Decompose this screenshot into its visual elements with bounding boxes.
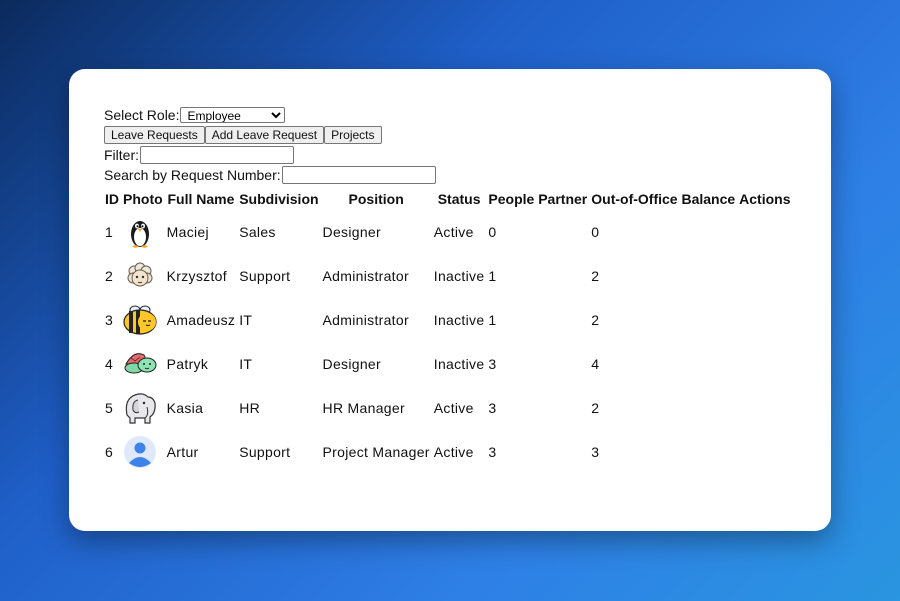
cell-balance: 2 <box>591 400 600 416</box>
cell-status: Active <box>433 444 474 460</box>
cell-status: Inactive <box>433 268 485 284</box>
sheep-icon <box>127 262 153 287</box>
cell-people-partner: 3 <box>488 444 497 460</box>
table-header-row: ID Photo Full Name Subdivision Position … <box>104 189 792 209</box>
cell-id: 4 <box>105 356 114 372</box>
filter-input[interactable] <box>140 146 294 164</box>
table-row: 2 Krzysztof Support Administrator Inacti… <box>104 255 792 297</box>
role-select[interactable]: Employee <box>180 107 286 123</box>
filter-label: Filter: <box>104 147 139 163</box>
cell-subdivision: Support <box>239 444 291 460</box>
cell-full-name: Krzysztof <box>166 268 227 284</box>
table-row: 6 Artur Support Project Manager Active 3… <box>104 431 792 473</box>
cell-status: Inactive <box>433 312 485 328</box>
cell-subdivision: IT <box>239 312 253 328</box>
table-row: 3 Amadeusz IT Administrator Inactive 1 2 <box>104 299 792 341</box>
cell-position: Designer <box>322 356 381 372</box>
user-icon <box>124 436 156 468</box>
search-row: Search by Request Number: <box>104 165 794 185</box>
cell-status: Active <box>433 400 474 416</box>
nav-buttons: Leave Requests Add Leave Request Project… <box>104 125 794 145</box>
cell-people-partner: 1 <box>488 312 497 328</box>
cell-actions <box>738 211 791 253</box>
role-row: Select Role: Employee <box>104 105 794 125</box>
content: Select Role: Employee Leave Requests Add… <box>104 105 794 475</box>
cell-subdivision: Sales <box>239 224 276 240</box>
header-people-partner: People Partner <box>488 191 588 207</box>
cell-id: 5 <box>105 400 114 416</box>
cell-balance: 3 <box>591 444 600 460</box>
cell-position: Project Manager <box>322 444 430 460</box>
cell-actions <box>738 343 791 385</box>
header-id: ID <box>105 191 119 207</box>
cell-id: 3 <box>105 312 114 328</box>
header-full-name: Full Name <box>167 191 235 207</box>
cell-actions <box>738 431 791 473</box>
cell-subdivision: HR <box>239 400 261 416</box>
cell-full-name: Kasia <box>166 400 204 416</box>
turtle-icon <box>124 353 157 374</box>
cell-position: Administrator <box>322 312 409 328</box>
employees-table: ID Photo Full Name Subdivision Position … <box>102 187 794 475</box>
cell-actions <box>738 299 791 341</box>
header-actions: Actions <box>739 191 791 207</box>
cell-people-partner: 3 <box>488 400 497 416</box>
header-photo: Photo <box>123 191 163 207</box>
cell-photo <box>122 343 164 385</box>
cell-full-name: Patryk <box>166 356 209 372</box>
cell-position: Designer <box>322 224 381 240</box>
main-card: Select Role: Employee Leave Requests Add… <box>69 69 831 531</box>
bee-icon <box>123 305 157 335</box>
cell-actions <box>738 255 791 297</box>
cell-photo <box>122 255 164 297</box>
cell-photo <box>122 211 164 253</box>
cell-photo <box>122 387 164 429</box>
header-subdivision: Subdivision <box>239 191 319 207</box>
cell-full-name: Amadeusz <box>166 312 236 328</box>
cell-id: 6 <box>105 444 114 460</box>
search-label: Search by Request Number: <box>104 167 281 183</box>
add-leave-request-button[interactable]: Add Leave Request <box>204 126 325 144</box>
cell-balance: 2 <box>591 312 600 328</box>
cell-balance: 0 <box>591 224 600 240</box>
cell-subdivision: IT <box>239 356 253 372</box>
header-status: Status <box>437 191 481 207</box>
cell-people-partner: 3 <box>488 356 497 372</box>
cell-id: 2 <box>105 268 114 284</box>
cell-position: Administrator <box>322 268 409 284</box>
cell-status: Active <box>433 224 474 240</box>
penguin-icon <box>131 221 149 248</box>
cell-people-partner: 0 <box>488 224 497 240</box>
cell-balance: 4 <box>591 356 600 372</box>
header-position: Position <box>348 191 404 207</box>
cell-full-name: Artur <box>166 444 199 460</box>
table-row: 4 Patryk IT Designer Inactive 3 4 <box>104 343 792 385</box>
elephant-icon <box>125 393 156 424</box>
filter-row: Filter: <box>104 145 794 165</box>
cell-subdivision: Support <box>239 268 291 284</box>
table-row: 1 Maciej Sales Designer Active 0 0 <box>104 211 792 253</box>
cell-status: Inactive <box>433 356 485 372</box>
search-input[interactable] <box>281 166 436 184</box>
cell-people-partner: 1 <box>488 268 497 284</box>
cell-position: HR Manager <box>322 400 405 416</box>
cell-photo <box>122 431 164 473</box>
role-label: Select Role: <box>104 107 180 123</box>
header-balance: Out-of-Office Balance <box>591 191 736 207</box>
cell-actions <box>738 387 791 429</box>
leave-requests-button[interactable]: Leave Requests <box>104 126 205 144</box>
cell-id: 1 <box>105 224 114 240</box>
cell-photo <box>122 299 164 341</box>
projects-button[interactable]: Projects <box>324 126 382 144</box>
table-row: 5 Kasia HR HR Manager Active 3 2 <box>104 387 792 429</box>
cell-balance: 2 <box>591 268 600 284</box>
cell-full-name: Maciej <box>166 224 209 240</box>
